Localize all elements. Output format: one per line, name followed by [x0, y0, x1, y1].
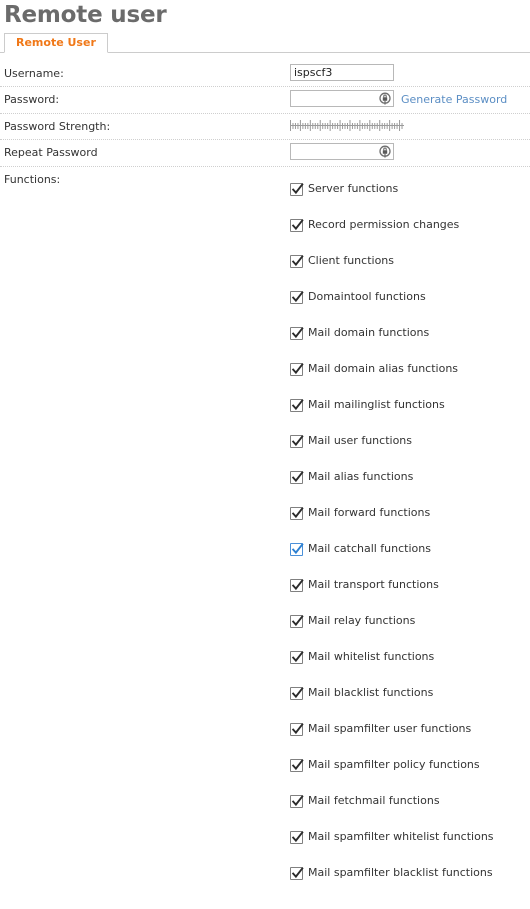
- function-item-label: Mail spamfilter whitelist functions: [308, 830, 494, 843]
- remote-user-page: Remote user Remote User Username: Passwo…: [0, 0, 530, 891]
- checkbox-checked[interactable]: [290, 578, 304, 592]
- function-item[interactable]: Mail fetchmail functions: [290, 783, 530, 819]
- checkbox-checked[interactable]: [290, 398, 304, 412]
- checkbox-checked[interactable]: [290, 470, 304, 484]
- page-title: Remote user: [4, 2, 167, 28]
- checkbox-checked[interactable]: [290, 794, 304, 808]
- username-input[interactable]: [290, 64, 394, 81]
- function-item[interactable]: Mail catchall functions: [290, 531, 530, 567]
- function-item[interactable]: Mail user functions: [290, 423, 530, 459]
- function-item[interactable]: Mail domain alias functions: [290, 351, 530, 387]
- password-strength-meter: [290, 119, 404, 131]
- function-item-label: Mail spamfilter user functions: [308, 722, 472, 735]
- function-item-label: Mail whitelist functions: [308, 650, 435, 663]
- row-repeat-password: Repeat Password: [0, 140, 530, 167]
- function-item[interactable]: Mail spamfilter policy functions: [290, 747, 530, 783]
- function-item-label: Mail spamfilter blacklist functions: [308, 866, 493, 879]
- function-item-label: Mail catchall functions: [308, 542, 431, 555]
- username-label: Username:: [4, 67, 64, 80]
- generate-password-link[interactable]: Generate Password: [401, 92, 507, 107]
- function-item[interactable]: Mail relay functions: [290, 603, 530, 639]
- function-item-label: Mail relay functions: [308, 614, 416, 627]
- checkbox-checked[interactable]: [290, 866, 304, 880]
- functions-label: Functions:: [4, 173, 61, 186]
- function-item-label: Mail alias functions: [308, 470, 414, 483]
- function-item[interactable]: Mail spamfilter whitelist functions: [290, 819, 530, 855]
- checkbox-checked[interactable]: [290, 758, 304, 772]
- password-input[interactable]: [290, 90, 394, 107]
- checkbox-checked[interactable]: [290, 290, 304, 304]
- repeat-password-label: Repeat Password: [4, 146, 98, 159]
- function-item[interactable]: Record permission changes: [290, 207, 530, 243]
- row-functions: Functions: Server functions Record permis…: [0, 167, 530, 891]
- checkbox-checked[interactable]: [290, 434, 304, 448]
- password-strength-label: Password Strength:: [4, 120, 111, 133]
- function-item[interactable]: Client functions: [290, 243, 530, 279]
- tab-bar: Remote User: [0, 33, 530, 53]
- checkbox-checked[interactable]: [290, 686, 304, 700]
- function-item[interactable]: Mail whitelist functions: [290, 639, 530, 675]
- function-item-label: Mail forward functions: [308, 506, 431, 519]
- checkbox-checked[interactable]: [290, 614, 304, 628]
- function-item[interactable]: Mail forward functions: [290, 495, 530, 531]
- function-item-label: Mail mailinglist functions: [308, 398, 445, 411]
- function-item-label: Client functions: [308, 254, 395, 267]
- username-field-cell: [290, 61, 530, 85]
- password-field-cell: Generate Password: [290, 87, 530, 113]
- password-label: Password:: [4, 93, 60, 106]
- function-item[interactable]: Mail spamfilter blacklist functions: [290, 855, 530, 891]
- row-password: Password: Generate Password: [0, 87, 530, 114]
- functions-checkbox-list: Server functions Record permission change…: [290, 167, 530, 891]
- function-item[interactable]: Server functions: [290, 171, 530, 207]
- function-item[interactable]: Mail domain functions: [290, 315, 530, 351]
- function-item[interactable]: Mail blacklist functions: [290, 675, 530, 711]
- function-item-label: Mail domain alias functions: [308, 362, 459, 375]
- function-item-label: Record permission changes: [308, 218, 460, 231]
- repeat-password-field-cell: [290, 140, 530, 166]
- checkbox-checked[interactable]: [290, 182, 304, 196]
- remote-user-form: Username: Password:: [0, 53, 530, 891]
- function-item[interactable]: Mail spamfilter user functions: [290, 711, 530, 747]
- password-strength-field-cell: [290, 114, 530, 136]
- row-username: Username:: [0, 61, 530, 87]
- function-item[interactable]: Mail alias functions: [290, 459, 530, 495]
- function-item-label: Server functions: [308, 182, 399, 195]
- checkbox-checked[interactable]: [290, 830, 304, 844]
- function-item[interactable]: Mail transport functions: [290, 567, 530, 603]
- checkbox-checked[interactable]: [290, 362, 304, 376]
- checkbox-checked[interactable]: [290, 218, 304, 232]
- repeat-password-input[interactable]: [290, 143, 394, 160]
- function-item[interactable]: Mail mailinglist functions: [290, 387, 530, 423]
- checkbox-checked[interactable]: [290, 650, 304, 664]
- checkbox-checked[interactable]: [290, 506, 304, 520]
- checkbox-checked[interactable]: [290, 326, 304, 340]
- row-password-strength: Password Strength:: [0, 114, 530, 140]
- function-item-label: Mail user functions: [308, 434, 412, 447]
- password-input-wrapper: [290, 90, 394, 109]
- checkbox-checked[interactable]: [290, 722, 304, 736]
- function-item-label: Mail fetchmail functions: [308, 794, 440, 807]
- function-item[interactable]: Domaintool functions: [290, 279, 530, 315]
- tab-remote-user[interactable]: Remote User: [4, 33, 108, 53]
- function-item-label: Mail transport functions: [308, 578, 439, 591]
- function-item-label: Mail blacklist functions: [308, 686, 434, 699]
- function-item-label: Mail domain functions: [308, 326, 430, 339]
- checkbox-focused[interactable]: [290, 542, 304, 556]
- function-item-label: Mail spamfilter policy functions: [308, 758, 480, 771]
- checkbox-checked[interactable]: [290, 254, 304, 268]
- repeat-password-input-wrapper: [290, 143, 394, 162]
- function-item-label: Domaintool functions: [308, 290, 426, 303]
